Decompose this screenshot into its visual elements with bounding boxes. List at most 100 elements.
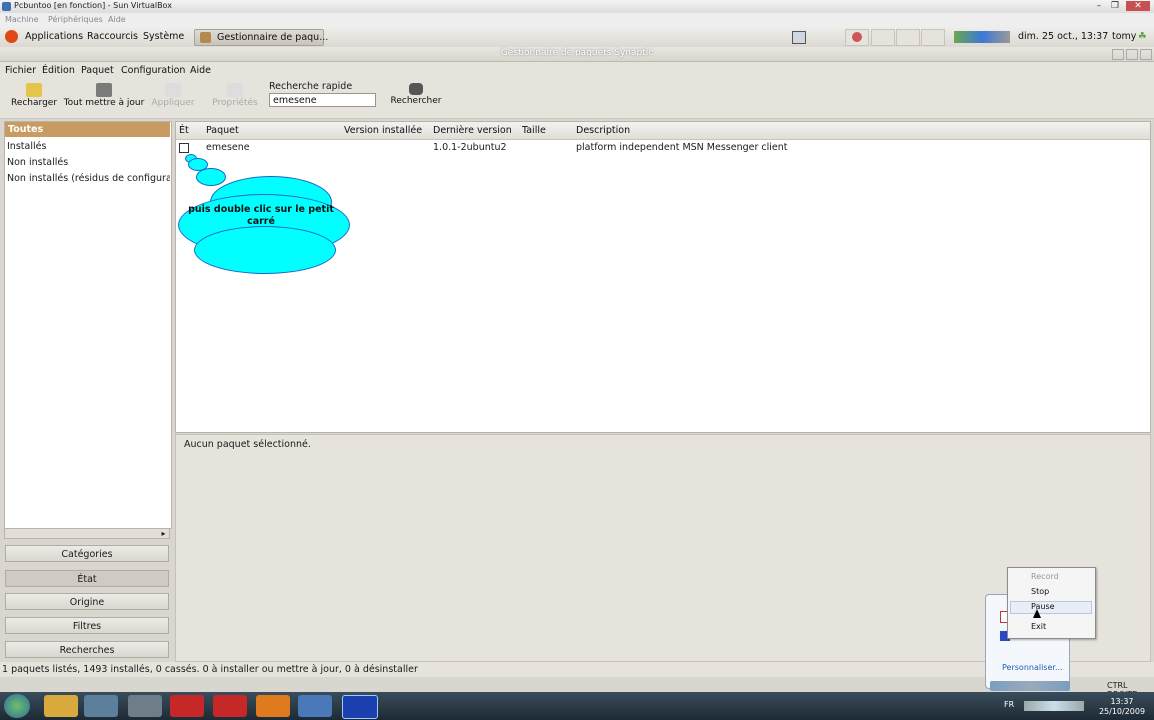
menu-file[interactable]: Fichier bbox=[5, 65, 36, 76]
properties-button[interactable]: Propriétés bbox=[210, 81, 260, 108]
minimize-icon[interactable]: – bbox=[1092, 1, 1106, 11]
quick-search-label: Recherche rapide bbox=[269, 81, 353, 92]
menu-edit[interactable]: Édition bbox=[42, 65, 75, 76]
user-icon[interactable]: ☘ bbox=[1138, 31, 1147, 42]
column-status[interactable]: Ét bbox=[179, 125, 189, 136]
taskbar-synaptic-button[interactable]: Gestionnaire de paqu... bbox=[194, 29, 328, 46]
status-button[interactable]: État bbox=[5, 570, 169, 587]
avira-second-icon[interactable] bbox=[213, 695, 247, 717]
synaptic-toolbar: Recharger Tout mettre à jour Appliquer P… bbox=[0, 79, 1154, 119]
apply-icon bbox=[165, 83, 181, 97]
close-icon[interactable]: ✕ bbox=[1126, 1, 1150, 11]
panel-menu-system[interactable]: Système bbox=[143, 31, 184, 42]
filter-item-not-installed[interactable]: Non installés bbox=[7, 157, 170, 168]
menu-settings[interactable]: Configuration bbox=[121, 65, 185, 76]
callout-text: puis double clic sur le petit carré bbox=[188, 204, 334, 227]
taskbar-synaptic-label: Gestionnaire de paqu... bbox=[217, 32, 329, 43]
synaptic-maximize-icon[interactable] bbox=[1126, 49, 1138, 60]
synaptic-close-icon[interactable] bbox=[1140, 49, 1152, 60]
menu-item-stop[interactable]: Stop bbox=[1031, 587, 1049, 596]
reload-icon bbox=[26, 83, 42, 97]
filter-list: Toutes Installés Non installés Non insta… bbox=[4, 121, 172, 529]
tray-slot-2[interactable] bbox=[871, 29, 895, 46]
tray-context-menu: Record Stop Pause Exit bbox=[1007, 567, 1096, 639]
callout-cloud-bottom bbox=[194, 226, 336, 274]
capture-app-icon[interactable] bbox=[342, 695, 378, 719]
callout-bubble-large bbox=[196, 168, 226, 186]
tray-icons[interactable] bbox=[1024, 701, 1084, 711]
apply-label: Appliquer bbox=[151, 98, 195, 108]
status-bar: 1 paquets listés, 1493 installés, 0 cass… bbox=[0, 662, 1154, 677]
sections-button[interactable]: Catégories bbox=[5, 545, 169, 562]
package-icon bbox=[200, 32, 211, 43]
properties-icon bbox=[227, 83, 243, 97]
virtualbox-icon bbox=[2, 2, 11, 11]
panel-menu-applications[interactable]: Applications bbox=[25, 31, 83, 42]
panel-user[interactable]: tomy bbox=[1112, 31, 1136, 42]
mark-all-label: Tout mettre à jour bbox=[63, 98, 145, 108]
panel-clock[interactable]: dim. 25 oct., 13:37 bbox=[1018, 31, 1108, 42]
customize-link[interactable]: Personnaliser... bbox=[1002, 663, 1063, 672]
language-indicator[interactable]: FR bbox=[1004, 700, 1014, 709]
column-description[interactable]: Description bbox=[576, 125, 630, 136]
mouse-cursor-icon bbox=[1033, 609, 1041, 618]
vbox-menu-bar: Machine Périphériques Aide bbox=[0, 13, 1154, 28]
media-player-icon[interactable] bbox=[84, 695, 118, 717]
package-list-header: Ét Paquet Version installée Dernière ver… bbox=[176, 122, 1150, 140]
virtualbox-task-icon[interactable] bbox=[298, 695, 332, 717]
menu-help[interactable]: Aide bbox=[190, 65, 211, 76]
package-name[interactable]: emesene bbox=[206, 142, 250, 153]
package-status-checkbox[interactable] bbox=[179, 143, 189, 153]
vbox-menu-help[interactable]: Aide bbox=[108, 15, 126, 24]
vbox-menu-devices[interactable]: Périphériques bbox=[48, 15, 103, 24]
quick-search-input[interactable] bbox=[269, 93, 376, 107]
menu-package[interactable]: Paquet bbox=[81, 65, 114, 76]
properties-label: Propriétés bbox=[212, 98, 258, 108]
upgrade-icon bbox=[96, 83, 112, 97]
menu-item-exit[interactable]: Exit bbox=[1031, 622, 1046, 631]
filter-item-all[interactable]: Toutes bbox=[5, 122, 170, 137]
search-button[interactable]: Rechercher bbox=[390, 81, 442, 106]
apply-button[interactable]: Appliquer bbox=[150, 81, 196, 108]
search-results-button[interactable]: Recherches bbox=[5, 641, 169, 658]
vbox-menu-machine[interactable]: Machine bbox=[5, 15, 39, 24]
tray-slot-3[interactable] bbox=[896, 29, 920, 46]
app-icon[interactable] bbox=[128, 695, 162, 717]
mark-all-upgrades-button[interactable]: Tout mettre à jour bbox=[62, 81, 146, 108]
gnome-top-panel: Applications Raccourcis Système Gestionn… bbox=[0, 27, 1154, 48]
synaptic-minimize-icon[interactable] bbox=[1112, 49, 1124, 60]
column-package[interactable]: Paquet bbox=[206, 125, 239, 136]
vbox-title: Pcbuntoo [en fonction] - Sun VirtualBox bbox=[14, 1, 172, 10]
vbox-title-bar: Pcbuntoo [en fonction] - Sun VirtualBox … bbox=[0, 0, 1154, 14]
search-label: Rechercher bbox=[390, 96, 442, 106]
filter-item-installed[interactable]: Installés bbox=[7, 141, 170, 152]
tray-slot-1[interactable] bbox=[845, 29, 869, 46]
windows-clock[interactable]: 13:37 25/10/2009 bbox=[1092, 697, 1152, 717]
reload-label: Recharger bbox=[10, 98, 58, 108]
column-latest-version[interactable]: Dernière version bbox=[433, 125, 512, 136]
panel-menu-places[interactable]: Raccourcis bbox=[87, 31, 138, 42]
scroll-right-icon[interactable]: ▸ bbox=[159, 529, 168, 538]
column-size[interactable]: Taille bbox=[522, 125, 546, 136]
ubuntu-logo-icon[interactable] bbox=[5, 30, 18, 43]
column-installed-version[interactable]: Version installée bbox=[344, 125, 422, 136]
filter-list-scrollbar[interactable]: ▸ bbox=[4, 528, 170, 539]
windows-taskbar: FR bbox=[0, 692, 1154, 720]
package-description: platform independent MSN Messenger clien… bbox=[576, 142, 788, 153]
reload-button[interactable]: Recharger bbox=[10, 81, 58, 108]
custom-filters-button[interactable]: Filtres bbox=[5, 617, 169, 634]
menu-item-record[interactable]: Record bbox=[1031, 572, 1059, 581]
origin-button[interactable]: Origine bbox=[5, 593, 169, 610]
workspace-switcher-icon[interactable] bbox=[792, 31, 806, 44]
package-latest-version: 1.0.1-2ubuntu2 bbox=[433, 142, 507, 153]
firefox-icon[interactable] bbox=[256, 695, 290, 717]
restore-icon[interactable]: ❐ bbox=[1108, 1, 1122, 11]
filter-item-residual-config[interactable]: Non installés (résidus de configuration) bbox=[7, 173, 170, 184]
avira-icon[interactable] bbox=[170, 695, 204, 717]
network-volume-icons[interactable] bbox=[954, 31, 1010, 43]
vbox-status-icons[interactable] bbox=[990, 681, 1070, 691]
tray-slot-4[interactable] bbox=[921, 29, 945, 46]
explorer-icon[interactable] bbox=[44, 695, 78, 717]
clock-time: 13:37 bbox=[1110, 697, 1134, 706]
start-button-icon[interactable] bbox=[4, 694, 30, 718]
